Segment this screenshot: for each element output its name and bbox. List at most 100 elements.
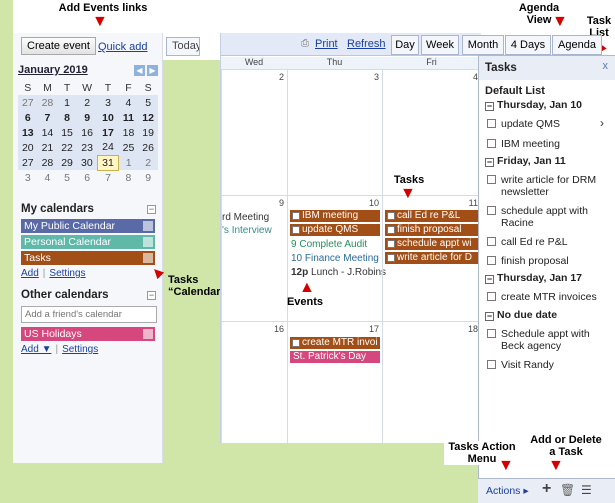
trash-icon[interactable]: 🗑	[560, 483, 575, 497]
task-checkbox[interactable]	[487, 256, 496, 265]
tab-month[interactable]: Month	[462, 35, 504, 55]
mini-day[interactable]: 20	[18, 140, 38, 155]
task-checkbox[interactable]	[487, 360, 496, 369]
mini-day[interactable]: 30	[76, 155, 98, 170]
dropdown-icon[interactable]	[143, 237, 153, 247]
task-list-name[interactable]: Default List	[485, 85, 545, 97]
task-checkbox[interactable]	[292, 226, 300, 234]
mini-day[interactable]: 28	[37, 155, 58, 170]
task-checkbox[interactable]	[487, 175, 496, 184]
task-item[interactable]: Visit Randy	[487, 359, 554, 371]
mini-day[interactable]: 28	[37, 95, 58, 110]
task-chip[interactable]: finish proposal	[385, 224, 479, 236]
task-checkbox[interactable]	[387, 254, 395, 262]
task-checkbox[interactable]	[387, 226, 395, 234]
other-calendars-title[interactable]: Other calendars	[21, 289, 109, 301]
calendar-personal[interactable]: Personal Calendar	[21, 235, 155, 249]
task-checkbox[interactable]	[487, 119, 496, 128]
mini-day[interactable]: 17	[97, 125, 119, 140]
day-cell[interactable]: 17 create MTR invoi St. Patrick's Day	[287, 321, 382, 443]
task-checkbox[interactable]	[292, 212, 300, 220]
mini-day[interactable]: 11	[118, 110, 139, 125]
quick-add-link[interactable]: Quick add	[98, 41, 148, 53]
collapse-icon[interactable]: −	[485, 158, 494, 167]
day-cell[interactable]: 11 call Ed re P&L finish proposal schedu…	[382, 195, 481, 321]
mini-day[interactable]: 1	[118, 155, 139, 170]
tab-week[interactable]: Week	[421, 35, 459, 55]
mini-day[interactable]: 9	[138, 170, 158, 185]
close-icon[interactable]: x	[603, 60, 609, 72]
task-chip[interactable]: call Ed re P&L	[385, 210, 479, 222]
task-checkbox[interactable]	[387, 212, 395, 220]
mini-day[interactable]: 29	[57, 155, 77, 170]
list-options-icon[interactable]: ☰	[581, 483, 592, 497]
mini-day[interactable]: 16	[76, 125, 98, 140]
mini-day[interactable]: 13	[18, 125, 38, 140]
mini-day[interactable]: 2	[76, 95, 98, 110]
task-group-header[interactable]: − Friday, Jan 11	[485, 155, 566, 167]
print-link[interactable]: Print	[315, 38, 338, 50]
mini-day[interactable]: 8	[119, 170, 139, 185]
mini-day[interactable]: 7	[97, 170, 118, 185]
event-item[interactable]: 10 Finance Meeting	[291, 253, 379, 264]
mini-day[interactable]: 18	[118, 125, 139, 140]
task-checkbox[interactable]	[487, 329, 496, 338]
collapse-icon[interactable]: −	[485, 312, 494, 321]
task-item[interactable]: schedule appt with Racine	[487, 205, 607, 229]
mini-day[interactable]: 23	[76, 140, 98, 155]
day-cell[interactable]: 18	[382, 321, 481, 443]
add-other-calendar-link[interactable]: Add ▼	[21, 344, 51, 355]
mini-day[interactable]: 25	[118, 140, 139, 155]
holiday-chip[interactable]: St. Patrick's Day	[290, 351, 380, 363]
next-month-icon[interactable]: ▶	[147, 65, 158, 76]
mini-day[interactable]: 3	[97, 95, 119, 110]
mini-day[interactable]: 15	[57, 125, 77, 140]
task-chip[interactable]: create MTR invoi	[290, 337, 380, 349]
task-item[interactable]: update QMS	[487, 118, 560, 130]
mini-day[interactable]: 3	[18, 170, 38, 185]
actions-menu-button[interactable]: Actions ▸	[486, 485, 529, 497]
day-cell[interactable]: 16	[221, 321, 287, 443]
task-item[interactable]: finish proposal	[487, 255, 569, 267]
mini-day[interactable]: 22	[57, 140, 77, 155]
dropdown-icon[interactable]	[143, 329, 153, 339]
add-friend-calendar-input[interactable]	[21, 306, 157, 323]
mini-day[interactable]: 21	[37, 140, 58, 155]
mini-day-today[interactable]: 31	[96, 154, 120, 171]
calendar-us-holidays[interactable]: US Holidays	[21, 327, 155, 341]
event-text[interactable]: rd Meeting	[222, 212, 269, 223]
mini-day[interactable]: 26	[138, 140, 158, 155]
mini-day[interactable]: 27	[18, 95, 38, 110]
refresh-link[interactable]: Refresh	[347, 38, 386, 50]
event-item[interactable]: 9 Complete Audit	[291, 239, 367, 250]
mini-day[interactable]: 4	[118, 95, 139, 110]
tab-day[interactable]: Day	[391, 35, 419, 55]
task-checkbox[interactable]	[292, 339, 300, 347]
tab-agenda[interactable]: Agenda	[552, 35, 602, 55]
mini-calendar-title[interactable]: January 2019	[18, 64, 88, 76]
dropdown-icon[interactable]	[143, 253, 153, 263]
task-checkbox[interactable]	[487, 237, 496, 246]
my-calendars-collapse-icon[interactable]: −	[147, 205, 156, 214]
mini-day[interactable]: 27	[18, 155, 38, 170]
today-button-partial[interactable]: Today	[166, 37, 200, 56]
dropdown-icon[interactable]	[143, 221, 153, 231]
calendar-my-public[interactable]: My Public Calendar	[21, 219, 155, 233]
mini-day[interactable]: 24	[97, 140, 119, 155]
event-text[interactable]: 's Interview	[222, 225, 272, 236]
print-icon[interactable]: ⎙	[301, 38, 309, 49]
mini-day[interactable]: 5	[138, 95, 158, 110]
task-chip[interactable]: IBM meeting	[290, 210, 380, 222]
mini-day[interactable]: 2	[138, 155, 158, 170]
event-item[interactable]: 12p Lunch - J.Robins	[291, 267, 386, 278]
task-chip[interactable]: schedule appt wi	[385, 238, 479, 250]
calendar-tasks[interactable]: Tasks	[21, 251, 155, 265]
add-calendar-link[interactable]: Add	[21, 268, 39, 279]
mini-day[interactable]: 6	[77, 170, 97, 185]
prev-month-icon[interactable]: ◀	[134, 65, 145, 76]
mini-day[interactable]: 19	[138, 125, 158, 140]
add-task-icon[interactable]: +	[542, 480, 551, 498]
mini-day[interactable]: 12	[138, 110, 158, 125]
my-calendars-title[interactable]: My calendars	[21, 203, 94, 215]
mini-day[interactable]: 10	[97, 110, 119, 125]
